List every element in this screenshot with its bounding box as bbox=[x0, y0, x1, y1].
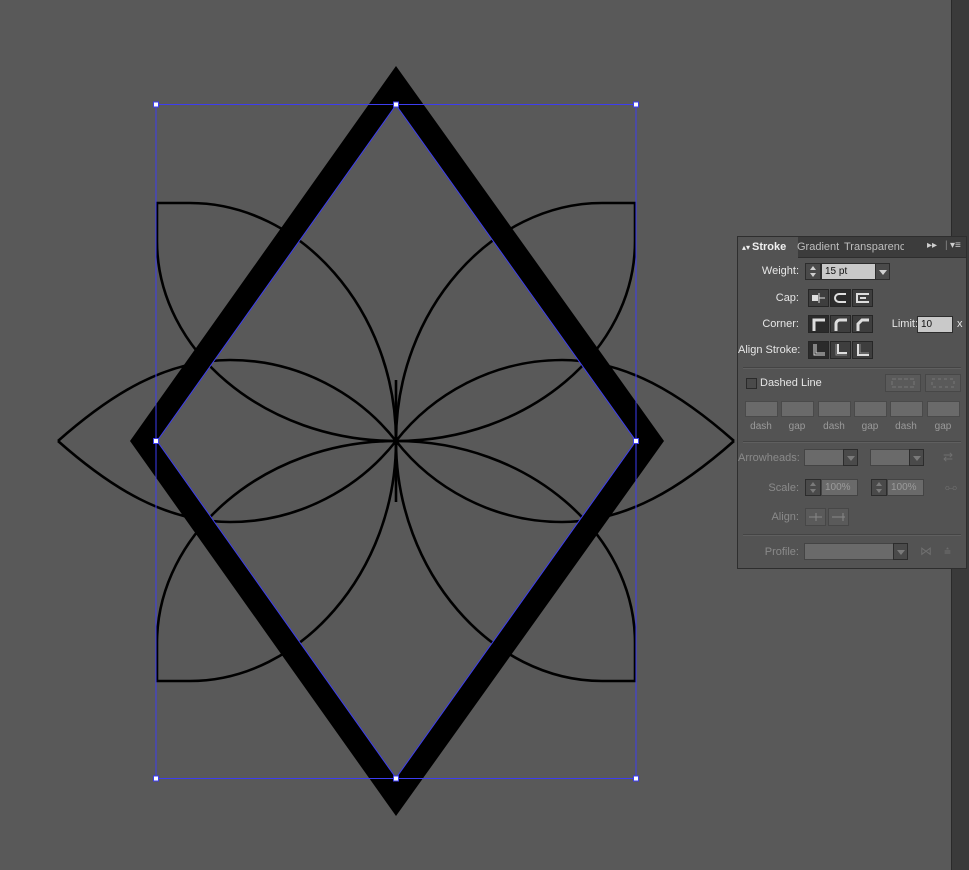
panel-tab-bar: ▴▾Stroke Gradient Transparency ▸▸ | ▾≡ bbox=[738, 237, 966, 258]
tab-stroke-label: Stroke bbox=[752, 241, 787, 253]
petal-left-lower[interactable] bbox=[57, 440, 398, 524]
panel-menu-icon[interactable]: ▾≡ bbox=[950, 240, 961, 251]
separator bbox=[743, 534, 961, 536]
handle-middle-left[interactable] bbox=[153, 438, 159, 444]
gap-2-field[interactable] bbox=[854, 401, 887, 417]
gap-3-label: gap bbox=[934, 421, 952, 432]
arrow-tip-at-end-icon[interactable] bbox=[828, 508, 849, 526]
handle-bottom-right[interactable] bbox=[633, 775, 639, 782]
limit-field[interactable]: 10 bbox=[917, 316, 953, 333]
scale-end-stepper[interactable] bbox=[871, 479, 887, 496]
cap-label: Cap: bbox=[775, 292, 799, 304]
stroke-panel: ▴▾Stroke Gradient Transparency ▸▸ | ▾≡ W… bbox=[737, 236, 967, 569]
petal-right-upper[interactable] bbox=[394, 358, 735, 442]
round-cap-icon[interactable] bbox=[830, 289, 851, 307]
weight-stepper[interactable] bbox=[805, 263, 821, 280]
gap-3-field[interactable] bbox=[927, 401, 960, 417]
tab-gradient[interactable]: Gradient bbox=[797, 237, 841, 257]
weight-field[interactable]: 15 pt bbox=[821, 263, 876, 280]
panel-expand-icon[interactable]: ▸▸ bbox=[927, 240, 937, 251]
arrow-tip-beyond-icon[interactable] bbox=[805, 508, 826, 526]
align-label: Align: bbox=[771, 511, 799, 523]
profile-label: Profile: bbox=[764, 546, 799, 558]
swap-arrowheads-icon[interactable]: ⇄ bbox=[943, 450, 953, 464]
link-scale-icon[interactable]: ⧟ bbox=[945, 480, 957, 495]
arrowhead-end-select[interactable] bbox=[870, 449, 910, 466]
dash-2-label: dash bbox=[823, 421, 845, 432]
bevel-join-icon[interactable] bbox=[852, 315, 873, 333]
scale-start-stepper[interactable] bbox=[805, 479, 821, 496]
limit-label: Limit: bbox=[891, 318, 918, 330]
dash-3-label: dash bbox=[895, 421, 917, 432]
tab-stroke[interactable]: ▴▾ Stroke bbox=[738, 237, 798, 258]
panel-divider: | bbox=[945, 240, 948, 251]
scale-label: Scale: bbox=[768, 482, 799, 494]
arrowhead-start-dropdown-icon[interactable] bbox=[843, 449, 858, 466]
handle-top-center[interactable] bbox=[393, 101, 399, 108]
handle-middle-right[interactable] bbox=[633, 438, 639, 444]
petal-left-upper[interactable] bbox=[57, 358, 398, 442]
align-inside-icon[interactable] bbox=[830, 341, 851, 359]
petal-artwork[interactable] bbox=[57, 201, 735, 683]
arrowheads-label: Arrowheads: bbox=[738, 452, 800, 464]
handle-top-left[interactable] bbox=[153, 101, 159, 108]
separator bbox=[743, 441, 961, 443]
dash-2-field[interactable] bbox=[818, 401, 851, 417]
butt-cap-icon[interactable] bbox=[808, 289, 829, 307]
expand-collapse-icon[interactable]: ▴▾ bbox=[742, 243, 750, 252]
corner-label: Corner: bbox=[762, 318, 799, 330]
tab-transparency[interactable]: Transparency bbox=[844, 237, 904, 257]
miter-join-icon[interactable] bbox=[808, 315, 829, 333]
dash-1-field[interactable] bbox=[745, 401, 778, 417]
align-center-icon[interactable] bbox=[808, 341, 829, 359]
handle-bottom-left[interactable] bbox=[153, 775, 159, 782]
tab-gradient-label: Gradient bbox=[797, 241, 840, 253]
handle-bottom-center[interactable] bbox=[393, 775, 399, 782]
scale-end-field[interactable]: 100% bbox=[887, 479, 924, 496]
align-dash-corners-icon[interactable] bbox=[925, 374, 961, 392]
gap-2-label: gap bbox=[861, 421, 879, 432]
arrowhead-end-dropdown-icon[interactable] bbox=[909, 449, 924, 466]
dash-1-label: dash bbox=[750, 421, 772, 432]
profile-select[interactable] bbox=[804, 543, 894, 560]
handle-top-right[interactable] bbox=[633, 101, 639, 108]
dashed-line-label: Dashed Line bbox=[760, 377, 822, 389]
flip-across-icon[interactable]: ⩮ bbox=[944, 544, 951, 559]
dashed-line-checkbox[interactable] bbox=[746, 378, 757, 389]
gap-1-field[interactable] bbox=[781, 401, 814, 417]
projecting-cap-icon[interactable] bbox=[852, 289, 873, 307]
flip-along-icon[interactable]: ⋈ bbox=[920, 544, 932, 558]
petal-right-lower[interactable] bbox=[394, 440, 735, 524]
align-outside-icon[interactable] bbox=[852, 341, 873, 359]
preserve-dash-icon[interactable] bbox=[885, 374, 921, 392]
align-stroke-label: Align Stroke: bbox=[738, 344, 801, 356]
dash-3-field[interactable] bbox=[890, 401, 923, 417]
separator bbox=[743, 367, 961, 369]
round-join-icon[interactable] bbox=[830, 315, 851, 333]
limit-unit: x bbox=[957, 318, 963, 330]
weight-label: Weight: bbox=[761, 265, 799, 277]
tab-transparency-label: Transparency bbox=[844, 241, 904, 253]
arrowhead-start-select[interactable] bbox=[804, 449, 844, 466]
weight-dropdown-icon[interactable] bbox=[875, 263, 890, 280]
profile-dropdown-icon[interactable] bbox=[893, 543, 908, 560]
scale-start-field[interactable]: 100% bbox=[821, 479, 858, 496]
gap-1-label: gap bbox=[788, 421, 806, 432]
